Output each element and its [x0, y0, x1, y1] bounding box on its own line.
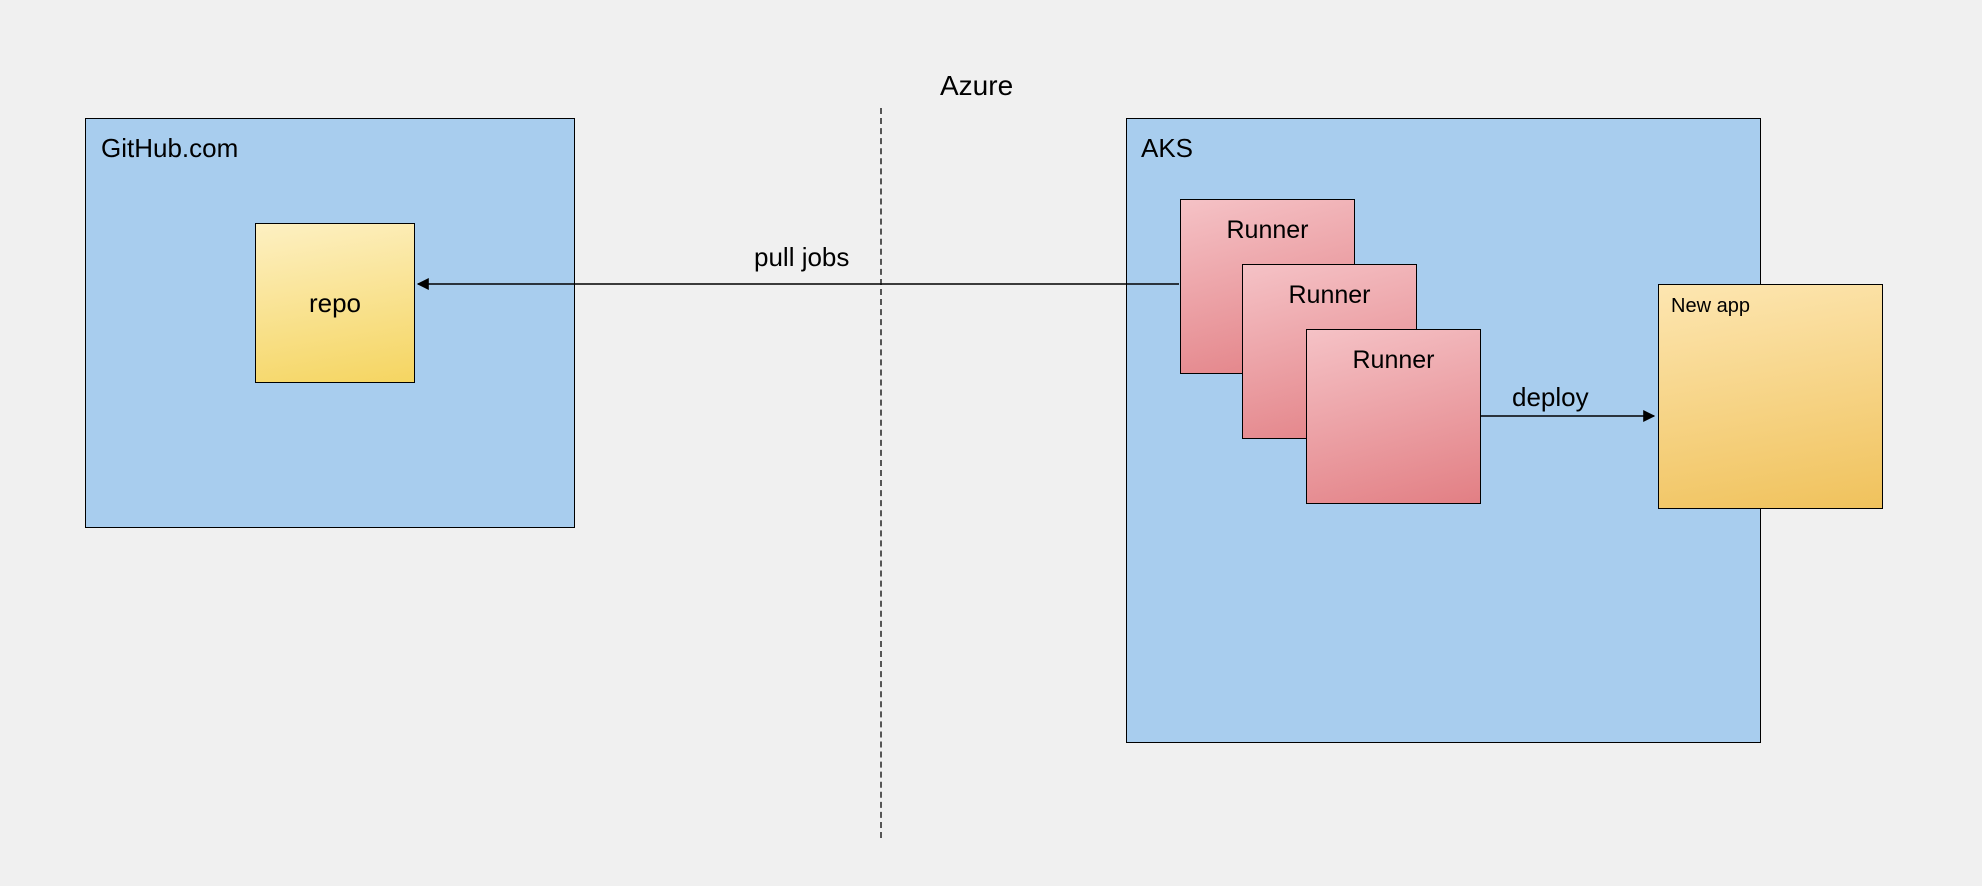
- github-container-label: GitHub.com: [101, 133, 238, 164]
- repo-label: repo: [309, 288, 361, 319]
- edge-label-pull-jobs: pull jobs: [754, 242, 849, 273]
- new-app-box: New app: [1658, 284, 1883, 509]
- region-divider: [880, 108, 882, 838]
- repo-box: repo: [255, 223, 415, 383]
- aks-container-label: AKS: [1141, 133, 1193, 164]
- edge-label-deploy: deploy: [1512, 382, 1589, 413]
- aks-container: AKS Runner Runner Runner New app: [1126, 118, 1761, 743]
- github-container: GitHub.com repo: [85, 118, 575, 528]
- azure-region-label: Azure: [940, 70, 1013, 102]
- runner-box-3: Runner: [1306, 329, 1481, 504]
